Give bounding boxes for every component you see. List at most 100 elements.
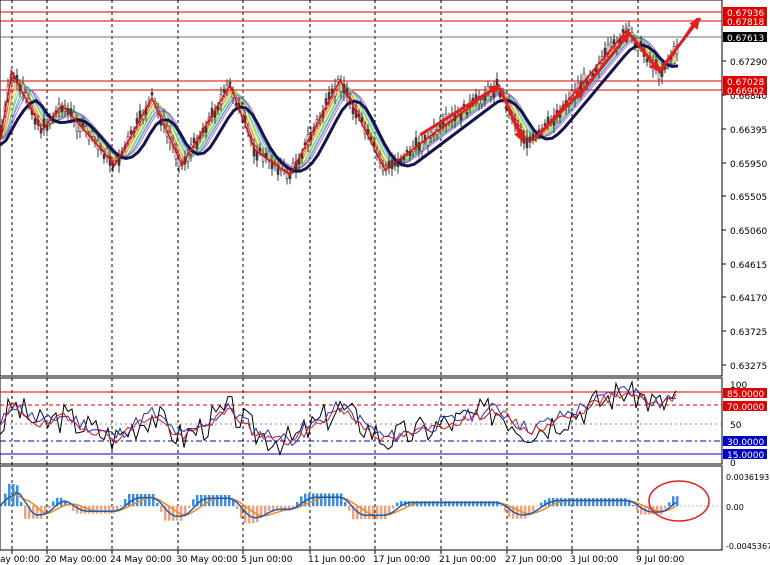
histogram-bar bbox=[636, 506, 639, 511]
histogram-bar bbox=[224, 495, 227, 506]
candle-body bbox=[102, 154, 106, 159]
histogram-bar bbox=[120, 505, 123, 506]
time-axis: ay 00:00 20 May 00:00 24 May 00:00 30 May 0… bbox=[0, 550, 685, 565]
candle-body bbox=[258, 147, 262, 152]
histogram-bar bbox=[676, 496, 679, 506]
time-axis-label: 27 Jun 00:00 bbox=[505, 555, 562, 565]
histogram-bar bbox=[136, 494, 139, 506]
histogram-bar bbox=[52, 501, 55, 506]
histogram-bar bbox=[588, 498, 591, 506]
price-axis-label: 0.65505 bbox=[730, 193, 767, 203]
histogram-bar bbox=[592, 498, 595, 506]
histogram-bar bbox=[144, 494, 147, 506]
histogram-bar bbox=[324, 493, 327, 506]
candle-body bbox=[150, 92, 154, 96]
histogram-bar bbox=[620, 498, 623, 506]
histogram-bar bbox=[236, 506, 239, 510]
price-axis-label: 0.66395 bbox=[730, 126, 767, 136]
histogram-bar bbox=[500, 505, 503, 506]
histogram-bar bbox=[608, 498, 611, 506]
histogram-bar bbox=[216, 495, 219, 506]
macd-axis-label: 0.0036193 bbox=[726, 473, 769, 482]
histogram-bar bbox=[532, 506, 535, 512]
histogram-bar bbox=[376, 506, 379, 520]
histogram-bar bbox=[48, 506, 51, 509]
histogram-bar bbox=[152, 494, 155, 506]
histogram-bar bbox=[616, 498, 619, 506]
histogram-bar bbox=[220, 495, 223, 506]
price-axis: 0.672900.668400.663950.659500.655050.650… bbox=[722, 58, 767, 372]
histogram-bar bbox=[20, 502, 23, 506]
histogram-bar bbox=[664, 506, 667, 509]
time-axis-label: 9 Jul 00:00 bbox=[636, 555, 685, 565]
trading-chart[interactable]: 0.672900.668400.663950.659500.655050.650… bbox=[0, 0, 770, 565]
histogram-bar bbox=[264, 506, 267, 514]
candle-body bbox=[636, 47, 640, 51]
histogram-bar bbox=[100, 506, 103, 514]
histogram-bar bbox=[160, 506, 163, 512]
histogram-bar bbox=[328, 493, 331, 506]
histogram-bar bbox=[244, 506, 247, 524]
macd-axis-label: 0.00 bbox=[726, 503, 744, 512]
histogram-bar bbox=[364, 506, 367, 520]
candle-body bbox=[531, 133, 535, 140]
time-axis-label: 17 Jun 00:00 bbox=[373, 555, 430, 565]
histogram-bar bbox=[564, 498, 567, 506]
macd-axis-label: -0.0045367 bbox=[726, 542, 770, 551]
price-level-tag-label: 0.67613 bbox=[727, 34, 764, 44]
price-axis-label: 0.65060 bbox=[730, 227, 767, 237]
histogram-bar bbox=[372, 506, 375, 520]
price-level-tag-label: 0.66902 bbox=[727, 87, 764, 97]
candle-body bbox=[645, 58, 649, 63]
time-axis-label: 24 May 00:00 bbox=[110, 555, 172, 565]
histogram-bar bbox=[600, 498, 603, 506]
price-axis-label: 0.63725 bbox=[730, 328, 767, 338]
price-axis-label: 0.64615 bbox=[730, 261, 767, 271]
candle-body bbox=[621, 29, 625, 33]
histogram-bar bbox=[320, 493, 323, 506]
histogram-bar bbox=[380, 506, 383, 520]
candle-body bbox=[276, 167, 280, 175]
histogram-bar bbox=[396, 502, 399, 506]
candle-body bbox=[111, 164, 115, 168]
histogram-bar bbox=[252, 506, 255, 524]
histogram-bar bbox=[228, 495, 231, 506]
rsi-level-tag-label: 70.0000 bbox=[727, 403, 764, 413]
price-level-tag-label: 0.67818 bbox=[727, 18, 764, 28]
candle-body bbox=[612, 39, 616, 45]
histogram-bar bbox=[332, 493, 335, 506]
time-axis-label: 3 Jul 00:00 bbox=[570, 555, 619, 565]
time-axis-label: 11 Jun 00:00 bbox=[308, 555, 365, 565]
rsi-level-tag-label: 30.0000 bbox=[727, 438, 764, 448]
price-axis-label: 0.63275 bbox=[730, 362, 767, 372]
histogram-bar bbox=[340, 493, 343, 506]
candle-body bbox=[627, 25, 631, 30]
candle-body bbox=[609, 41, 613, 47]
histogram-bar bbox=[580, 498, 583, 506]
time-axis-label: 21 Jun 00:00 bbox=[439, 555, 496, 565]
candle-body bbox=[465, 112, 469, 115]
histogram-bar bbox=[336, 493, 339, 506]
price-pane[interactable] bbox=[0, 0, 723, 377]
candle-body bbox=[222, 88, 226, 93]
histogram-bar bbox=[596, 498, 599, 506]
candle-body bbox=[192, 137, 196, 144]
histogram-bar bbox=[572, 498, 575, 506]
price-axis-label: 0.67290 bbox=[730, 58, 767, 68]
candle-body bbox=[405, 150, 409, 153]
histogram-bar bbox=[612, 498, 615, 506]
histogram-bar bbox=[312, 493, 315, 506]
rsi-axis-label: 50 bbox=[730, 421, 742, 431]
histogram-bar bbox=[384, 506, 387, 520]
price-level-tags: 0.679360.678180.676130.670280.66902 bbox=[723, 7, 767, 97]
histogram-bar bbox=[668, 502, 671, 506]
time-axis-label: 30 May 00:00 bbox=[176, 555, 238, 565]
macd-axis: 0.0036193 0.00 -0.0045367 bbox=[726, 473, 770, 551]
candle-body bbox=[480, 99, 484, 105]
rsi-pane[interactable] bbox=[0, 377, 723, 465]
histogram-bar bbox=[568, 498, 571, 506]
histogram-bar bbox=[8, 484, 11, 506]
candle-body bbox=[114, 157, 118, 161]
histogram-bar bbox=[344, 502, 347, 506]
candle-body bbox=[420, 142, 424, 152]
